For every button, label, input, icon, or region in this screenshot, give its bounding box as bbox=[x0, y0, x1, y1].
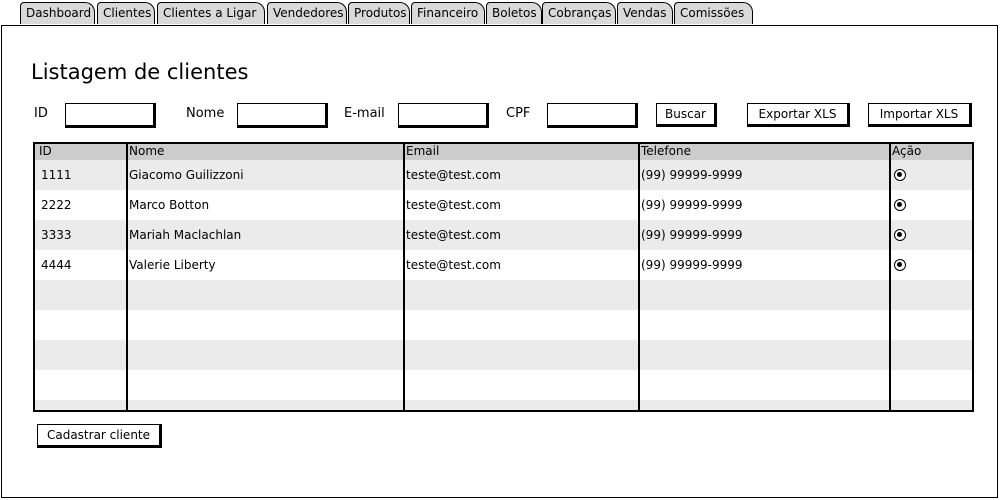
tab-boletos[interactable]: Boletos bbox=[486, 2, 542, 24]
radio-selected-icon[interactable] bbox=[894, 229, 906, 241]
column-divider bbox=[638, 144, 640, 410]
table-row-empty bbox=[35, 310, 972, 340]
cell-email: teste@test.com bbox=[406, 198, 501, 212]
nome-label: Nome bbox=[186, 106, 225, 121]
table-row[interactable]: 1111 Giacomo Guilizzoni teste@test.com (… bbox=[35, 160, 972, 190]
column-header-nome[interactable]: Nome bbox=[129, 144, 164, 159]
table-row-empty bbox=[35, 370, 972, 400]
import-xls-button[interactable]: Importar XLS bbox=[868, 103, 972, 127]
tab-cobrancas[interactable]: Cobranças bbox=[542, 2, 616, 24]
cell-nome: Marco Botton bbox=[129, 198, 210, 212]
cpf-input[interactable] bbox=[547, 103, 638, 128]
radio-selected-icon[interactable] bbox=[894, 199, 906, 211]
cpf-label: CPF bbox=[506, 106, 531, 121]
column-header-acao[interactable]: Ação bbox=[892, 144, 921, 159]
cell-telefone: (99) 99999-9999 bbox=[641, 228, 743, 242]
column-divider bbox=[126, 144, 128, 410]
cell-id: 1111 bbox=[41, 168, 72, 182]
cell-email: teste@test.com bbox=[406, 168, 501, 182]
cell-telefone: (99) 99999-9999 bbox=[641, 198, 743, 212]
tab-dashboard[interactable]: Dashboard bbox=[20, 2, 95, 24]
radio-selected-icon[interactable] bbox=[894, 169, 906, 181]
cell-email: teste@test.com bbox=[406, 258, 501, 272]
table-row-empty bbox=[35, 280, 972, 310]
column-header-email[interactable]: Email bbox=[406, 144, 439, 159]
table-row-empty bbox=[35, 400, 972, 410]
table-row-empty bbox=[35, 340, 972, 370]
radio-selected-icon[interactable] bbox=[894, 259, 906, 271]
column-header-telefone[interactable]: Telefone bbox=[641, 144, 691, 159]
tab-vendedores[interactable]: Vendedores bbox=[267, 2, 347, 24]
table-row[interactable]: 2222 Marco Botton teste@test.com (99) 99… bbox=[35, 190, 972, 220]
cell-id: 3333 bbox=[41, 228, 72, 242]
cell-telefone: (99) 99999-9999 bbox=[641, 168, 743, 182]
cell-id: 4444 bbox=[41, 258, 72, 272]
nome-input[interactable] bbox=[237, 103, 328, 128]
cell-telefone: (99) 99999-9999 bbox=[641, 258, 743, 272]
tab-clientes-a-ligar[interactable]: Clientes a Ligar bbox=[157, 2, 265, 24]
column-divider bbox=[889, 144, 891, 410]
export-xls-button[interactable]: Exportar XLS bbox=[747, 103, 850, 127]
id-input[interactable] bbox=[65, 103, 156, 128]
cell-email: teste@test.com bbox=[406, 228, 501, 242]
column-divider bbox=[403, 144, 405, 410]
cell-nome: Valerie Liberty bbox=[129, 258, 216, 272]
create-client-button[interactable]: Cadastrar cliente bbox=[37, 424, 162, 448]
email-label: E-mail bbox=[344, 106, 385, 121]
tab-clientes[interactable]: Clientes bbox=[97, 2, 155, 24]
cell-id: 2222 bbox=[41, 198, 72, 212]
tab-produtos[interactable]: Produtos bbox=[348, 2, 410, 24]
search-button[interactable]: Buscar bbox=[656, 103, 717, 127]
clients-table: ID Nome Email Telefone Ação 1111 Giacomo… bbox=[33, 142, 974, 412]
cell-nome: Mariah Maclachlan bbox=[129, 228, 242, 242]
email-input[interactable] bbox=[398, 103, 489, 128]
cell-nome: Giacomo Guilizzoni bbox=[129, 168, 244, 182]
page-title: Listagem de clientes bbox=[31, 60, 249, 84]
table-row[interactable]: 3333 Mariah Maclachlan teste@test.com (9… bbox=[35, 220, 972, 250]
column-header-id[interactable]: ID bbox=[39, 144, 52, 159]
tab-comissoes[interactable]: Comissões bbox=[674, 2, 753, 24]
tab-vendas[interactable]: Vendas bbox=[617, 2, 673, 24]
id-label: ID bbox=[34, 106, 48, 121]
table-header: ID Nome Email Telefone Ação bbox=[35, 144, 972, 161]
table-row[interactable]: 4444 Valerie Liberty teste@test.com (99)… bbox=[35, 250, 972, 280]
tab-financeiro[interactable]: Financeiro bbox=[411, 2, 485, 24]
